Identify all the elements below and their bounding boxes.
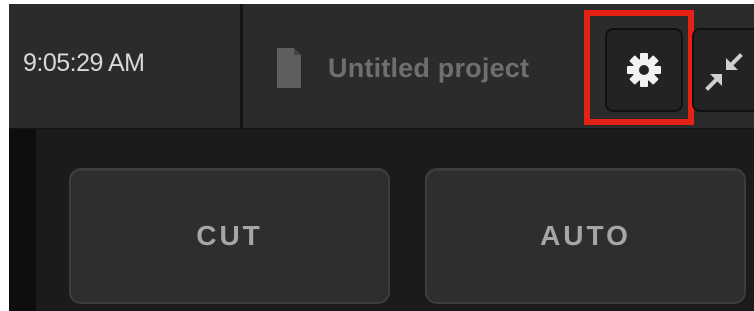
collapse-button[interactable]	[692, 28, 754, 112]
transition-panel: CUT AUTO	[36, 129, 754, 311]
gear-icon	[627, 53, 661, 87]
left-rail	[9, 129, 36, 311]
auto-button[interactable]: AUTO	[425, 168, 746, 304]
clock-display: 9:05:29 AM	[23, 49, 145, 77]
settings-button[interactable]	[605, 28, 683, 112]
switcher-app: 9:05:29 AM Untitled project CUT AUTO	[9, 4, 754, 311]
collapse-arrows-icon	[705, 53, 743, 91]
top-bar: 9:05:29 AM Untitled project	[9, 4, 754, 129]
project-title[interactable]: Untitled project	[328, 53, 529, 84]
cut-button[interactable]: CUT	[69, 168, 390, 304]
document-icon	[277, 48, 301, 88]
toolbar-divider	[240, 4, 243, 128]
